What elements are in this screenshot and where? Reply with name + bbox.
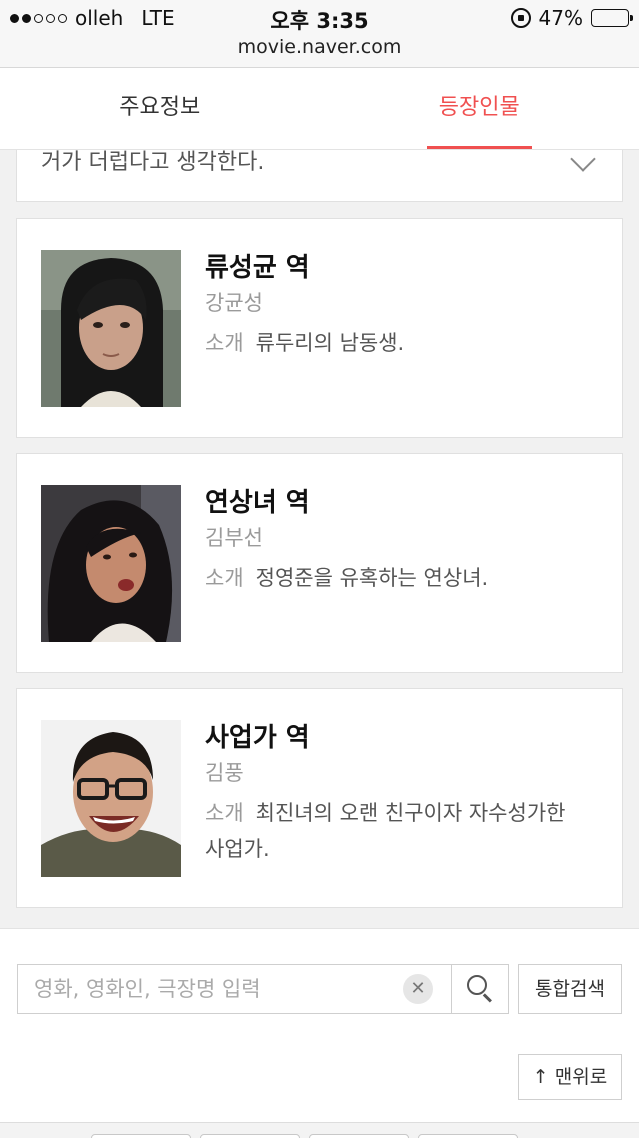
actor-photo[interactable] <box>41 485 181 642</box>
search-area: ✕ 통합검색 ↑ 맨위로 <box>0 928 639 1138</box>
chevron-down-icon[interactable] <box>570 150 596 172</box>
bottom-toolbar <box>0 1122 639 1138</box>
tab-bar: 주요정보 등장인물 <box>0 68 639 150</box>
bottom-tab[interactable] <box>200 1134 300 1138</box>
integrated-search-button[interactable]: 통합검색 <box>518 964 622 1014</box>
description-text: 거가 더럽다고 생각한다. <box>41 150 265 175</box>
actor-photo[interactable] <box>41 250 181 407</box>
status-right: 47% <box>510 6 633 30</box>
character-role[interactable]: 류성균 역 <box>205 249 585 287</box>
bottom-tab[interactable] <box>309 1134 409 1138</box>
character-intro: 소개 최진녀의 오랜 친구이자 자수성가한 사업가. <box>205 795 585 867</box>
character-card: 사업가 역 김풍 소개 최진녀의 오랜 친구이자 자수성가한 사업가. <box>16 688 623 908</box>
tab-main-info[interactable]: 주요정보 <box>0 68 320 149</box>
intro-text: 최진녀의 오랜 친구이자 자수성가한 사업가. <box>205 801 566 861</box>
collapsed-description-card: 거가 더럽다고 생각한다. <box>16 150 623 202</box>
search-icon[interactable] <box>452 965 509 1013</box>
battery-icon <box>591 9 633 27</box>
search-box: ✕ <box>17 964 509 1014</box>
close-icon[interactable]: ✕ <box>403 974 433 1004</box>
rotation-lock-icon <box>510 8 531 28</box>
intro-label: 소개 <box>205 801 244 825</box>
character-card: 연상녀 역 김부선 소개 정영준을 유혹하는 연상녀. <box>16 453 623 673</box>
actor-name[interactable]: 김풍 <box>205 757 585 789</box>
actor-name[interactable]: 강균성 <box>205 287 585 319</box>
character-info: 류성균 역 강균성 소개 류두리의 남동생. <box>205 249 585 361</box>
search-input[interactable] <box>18 965 398 1013</box>
intro-label: 소개 <box>205 566 244 590</box>
status-bar: olleh LTE 오후 3:35 movie.naver.com 47% <box>0 0 639 68</box>
intro-text: 정영준을 유혹하는 연상녀. <box>255 566 489 590</box>
actor-name[interactable]: 김부선 <box>205 522 585 554</box>
character-intro: 소개 류두리의 남동생. <box>205 325 585 361</box>
bottom-tab[interactable] <box>418 1134 518 1138</box>
character-info: 연상녀 역 김부선 소개 정영준을 유혹하는 연상녀. <box>205 484 585 596</box>
character-card: 류성균 역 강균성 소개 류두리의 남동생. <box>16 218 623 438</box>
character-role[interactable]: 사업가 역 <box>205 719 585 757</box>
character-intro: 소개 정영준을 유혹하는 연상녀. <box>205 560 585 596</box>
character-role[interactable]: 연상녀 역 <box>205 484 585 522</box>
battery-percent: 47% <box>538 6 583 30</box>
back-to-top-button[interactable]: ↑ 맨위로 <box>518 1054 622 1100</box>
intro-text: 류두리의 남동생. <box>255 331 405 355</box>
bottom-tab[interactable] <box>91 1134 191 1138</box>
intro-label: 소개 <box>205 331 244 355</box>
address-bar-url[interactable]: movie.naver.com <box>0 36 639 58</box>
tab-characters[interactable]: 등장인물 <box>320 68 639 149</box>
actor-photo[interactable] <box>41 720 181 877</box>
character-info: 사업가 역 김풍 소개 최진녀의 오랜 친구이자 자수성가한 사업가. <box>205 719 585 867</box>
